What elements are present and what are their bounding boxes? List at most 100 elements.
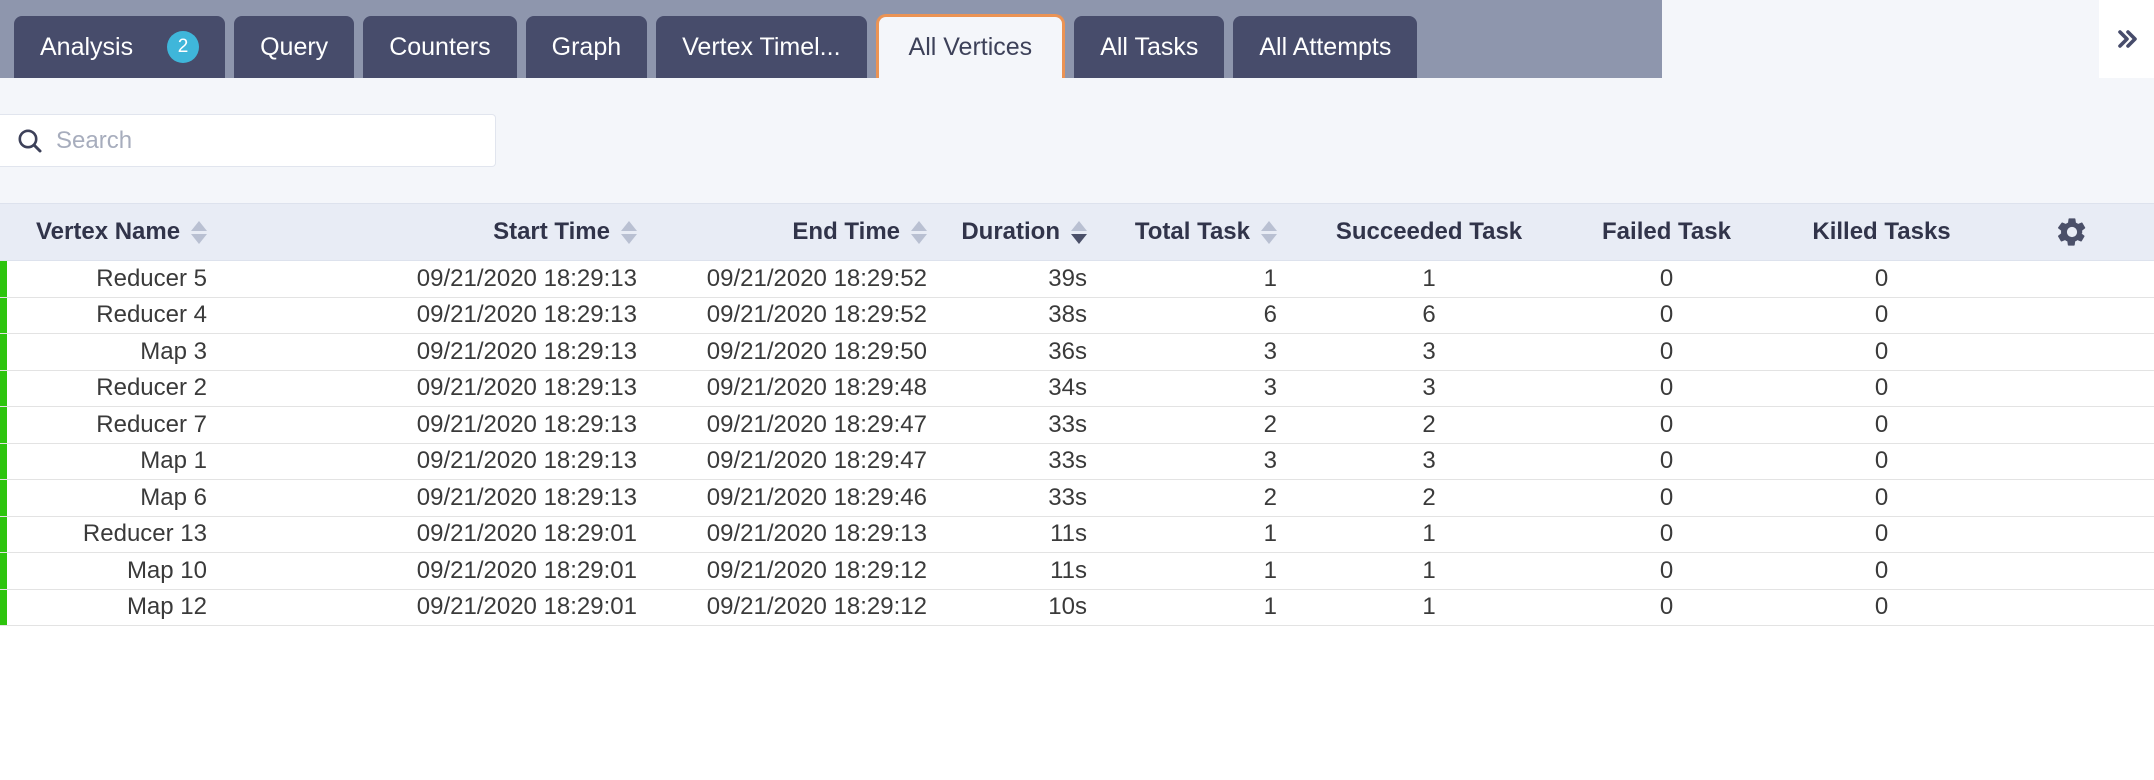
cell-succeeded_task: 1 [1299,516,1559,553]
column-header-label: Killed Tasks [1812,218,1951,245]
column-header-label: Duration [961,218,1060,245]
cell-start_time: 09/21/2020 18:29:13 [229,260,659,298]
cell-failed_task: 0 [1559,443,1774,480]
cell-killed_tasks: 0 [1774,333,1989,371]
cell-total_task: 6 [1109,297,1299,334]
table-row[interactable]: Map 6 09/21/2020 18:29:13 09/21/2020 18:29… [0,479,2154,517]
row-end-spacer [1989,552,2154,590]
cell-total_task: 3 [1109,443,1299,480]
cell-duration: 11s [949,516,1109,553]
cell-total_task: 1 [1109,589,1299,626]
tab-label: All Vertices [908,33,1033,61]
cell-succeeded_task: 1 [1299,589,1559,626]
status-bar-succeeded [0,297,7,333]
tab-all-attempts[interactable]: All Attempts [1233,16,1418,78]
tab-bar: Analysis 2 Query Counters Graph Vertex Timel.… [0,0,2154,78]
column-header-start_time[interactable]: Start Time [229,203,659,261]
cell-start_time: 09/21/2020 18:29:13 [229,443,659,480]
table-settings-header[interactable] [1989,203,2154,261]
cell-succeeded_task: 1 [1299,552,1559,590]
table-row[interactable]: Reducer 13 09/21/2020 18:29:01 09/21/2020 … [0,516,2154,553]
tab-all-tasks[interactable]: All Tasks [1074,16,1225,78]
row-status-indicator [0,552,14,590]
tab-query[interactable]: Query [234,16,355,78]
tab-badge: 2 [167,31,200,63]
cell-vertex_name: Reducer 13 [14,516,229,553]
search-icon [10,126,50,156]
row-end-spacer [1989,406,2154,444]
cell-vertex_name: Map 6 [14,479,229,517]
table-row[interactable]: Reducer 2 09/21/2020 18:29:13 09/21/2020 1… [0,370,2154,407]
tab-analysis[interactable]: Analysis 2 [14,16,226,78]
table-header: Vertex Name Start Time End Time Duration Tot… [0,203,2154,261]
table-row[interactable]: Reducer 7 09/21/2020 18:29:13 09/21/2020 1… [0,406,2154,444]
cell-start_time: 09/21/2020 18:29:13 [229,406,659,444]
cell-killed_tasks: 0 [1774,589,1989,626]
search-input[interactable] [50,126,470,155]
double-chevron-right-icon [2112,24,2142,54]
all-vertices-table: Vertex Name Start Time End Time Duration Tot… [0,203,2154,626]
cell-duration: 10s [949,589,1109,626]
table-row[interactable]: Map 3 09/21/2020 18:29:13 09/21/2020 18:29… [0,333,2154,371]
table-row[interactable]: Map 12 09/21/2020 18:29:01 09/21/2020 18:2… [0,589,2154,626]
status-bar-succeeded [0,334,7,370]
status-bar-succeeded [0,261,7,297]
status-bar-succeeded [0,589,7,625]
row-end-spacer [1989,443,2154,480]
gear-icon[interactable] [1989,215,2154,249]
row-status-indicator [0,297,14,334]
cell-succeeded_task: 2 [1299,479,1559,517]
cell-vertex_name: Reducer 5 [14,260,229,298]
table-row[interactable]: Map 10 09/21/2020 18:29:01 09/21/2020 18:2… [0,552,2154,590]
tab-label: All Attempts [1259,32,1392,61]
cell-end_time: 09/21/2020 18:29:12 [659,552,949,590]
column-header-end_time[interactable]: End Time [659,203,949,261]
column-header-vertex_name[interactable]: Vertex Name [14,203,229,261]
cell-succeeded_task: 1 [1299,260,1559,298]
tab-graph[interactable]: Graph [525,16,648,78]
row-end-spacer [1989,479,2154,517]
sort-toggle-icon[interactable] [1071,220,1087,244]
sort-toggle-icon[interactable] [1261,220,1277,244]
cell-succeeded_task: 3 [1299,370,1559,407]
cell-duration: 36s [949,333,1109,371]
cell-start_time: 09/21/2020 18:29:13 [229,333,659,371]
tab-vertex-timel[interactable]: Vertex Timel... [656,16,867,78]
cell-end_time: 09/21/2020 18:29:52 [659,260,949,298]
tab-overflow-button[interactable] [2099,0,2154,78]
cell-end_time: 09/21/2020 18:29:13 [659,516,949,553]
column-header-duration[interactable]: Duration [949,203,1109,261]
cell-duration: 11s [949,552,1109,590]
cell-succeeded_task: 6 [1299,297,1559,334]
search-box[interactable] [0,114,496,167]
table-row[interactable]: Reducer 5 09/21/2020 18:29:13 09/21/2020 1… [0,260,2154,298]
sort-toggle-icon[interactable] [911,220,927,244]
sort-toggle-icon[interactable] [191,220,208,244]
tab-all-vertices[interactable]: All Vertices [875,14,1066,78]
cell-killed_tasks: 0 [1774,406,1989,444]
status-bar-succeeded [0,480,7,516]
cell-vertex_name: Reducer 2 [14,370,229,407]
table-row[interactable]: Reducer 4 09/21/2020 18:29:13 09/21/2020 1… [0,297,2154,334]
row-status-indicator [0,479,14,517]
cell-duration: 39s [949,260,1109,298]
table-row[interactable]: Map 1 09/21/2020 18:29:13 09/21/2020 18:29… [0,443,2154,480]
cell-succeeded_task: 3 [1299,333,1559,371]
tab-label: All Tasks [1100,32,1199,61]
tab-label: Query [260,32,329,61]
cell-killed_tasks: 0 [1774,516,1989,553]
column-header-label: End Time [792,218,900,245]
sort-toggle-icon[interactable] [621,220,637,244]
cell-end_time: 09/21/2020 18:29:52 [659,297,949,334]
column-header-label: Vertex Name [36,218,181,245]
tab-counters[interactable]: Counters [363,16,517,78]
row-end-spacer [1989,260,2154,298]
cell-duration: 34s [949,370,1109,407]
cell-start_time: 09/21/2020 18:29:01 [229,516,659,553]
column-header-total_task[interactable]: Total Task [1109,203,1299,261]
cell-total_task: 1 [1109,552,1299,590]
cell-end_time: 09/21/2020 18:29:50 [659,333,949,371]
cell-killed_tasks: 0 [1774,260,1989,298]
row-end-spacer [1989,516,2154,553]
cell-duration: 33s [949,443,1109,480]
